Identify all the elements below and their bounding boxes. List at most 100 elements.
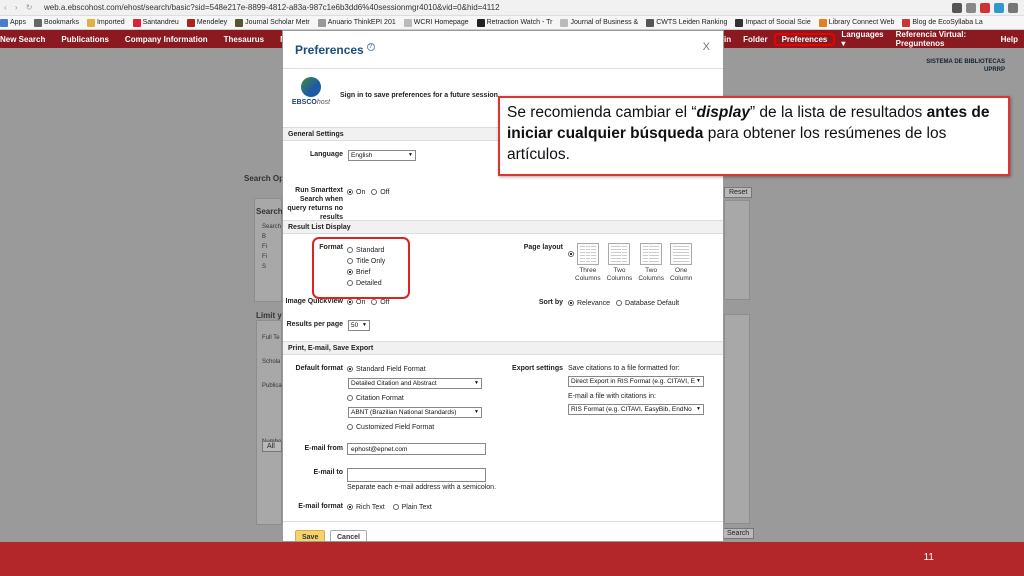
one-column-icon	[670, 243, 693, 265]
image-quickview-radios: On Off	[347, 299, 390, 306]
bookmark-item[interactable]: Journal of Business &	[560, 18, 638, 27]
bookmark-icon	[132, 18, 141, 27]
results-per-page-select[interactable]: 50 ▼	[348, 320, 370, 331]
export-settings-label: Export settings	[512, 365, 563, 372]
bg-limit-items: Full Te Schola Publica Numbe	[262, 335, 282, 445]
standard-field-format-radio[interactable]: Standard Field Format	[347, 366, 426, 373]
bookmark-item[interactable]: Santandreu	[132, 18, 179, 27]
sign-in-link[interactable]: Sign in to save preferences for a future…	[340, 92, 500, 99]
save-citations-select[interactable]: Direct Export in RIS Format (e.g. CITAVI…	[568, 376, 704, 387]
email-file-select[interactable]: RIS Format (e.g. CITAVI, EasyBib, EndNo ▼	[568, 404, 704, 415]
annotation-callout: Se recomienda cambiar el “display” de la…	[498, 96, 1010, 176]
nav-help[interactable]: Help	[995, 35, 1024, 44]
bookmark-icon	[735, 18, 744, 27]
save-button[interactable]: Save	[295, 530, 326, 541]
customized-field-format-radio[interactable]: Customized Field Format	[347, 424, 434, 431]
nav-preferences[interactable]: Preferences	[773, 32, 836, 46]
nav-sign-in[interactable]: in	[724, 35, 737, 44]
nav-company-information[interactable]: Company Information	[117, 35, 216, 44]
bg-all-select: All	[262, 441, 282, 452]
quickview-off-radio[interactable]: Off	[371, 299, 390, 306]
extension-icon[interactable]	[980, 2, 990, 13]
layout-one-column[interactable]: One Column	[670, 243, 692, 283]
email-from-input[interactable]: ephost@epnet.com	[347, 443, 486, 455]
bookmark-icon	[476, 18, 485, 27]
save-citations-label: Save citations to a file formatted for:	[568, 365, 680, 372]
slide-footer: 11	[0, 542, 1024, 576]
dialog-title: Preferences?	[295, 43, 375, 57]
page-icon	[560, 18, 569, 27]
bookmark-item[interactable]: Impact of Social Scie	[735, 18, 811, 27]
cancel-button[interactable]: Cancel	[330, 530, 367, 541]
email-to-input[interactable]	[347, 468, 486, 482]
help-icon[interactable]: ?	[366, 43, 375, 51]
sort-relevance-radio[interactable]: Relevance	[568, 300, 610, 307]
bookmark-item[interactable]: Anuario ThinkEPI 201	[317, 18, 396, 27]
close-icon[interactable]: X	[703, 41, 710, 53]
browser-nav-icons[interactable]: ‹ › ↻	[0, 3, 44, 12]
radio-icon	[347, 189, 353, 195]
quickview-on-radio[interactable]: On	[347, 299, 365, 306]
citation-format-select[interactable]: ABNT (Brazilian National Standards) ▼	[348, 407, 482, 418]
bookmark-item[interactable]: Retraction Watch - Tr	[476, 18, 552, 27]
dropdown-arrow-icon: ▼	[408, 152, 413, 158]
bookmark-item[interactable]: Blog de EcoSyllaba La	[902, 18, 983, 27]
bookmarks-bar: Apps Bookmarks Imported Santandreu Mende…	[0, 16, 1024, 30]
plain-text-radio[interactable]: Plain Text	[392, 504, 432, 511]
citation-format-radio[interactable]: Citation Format	[347, 395, 404, 402]
language-select[interactable]: English ▼	[348, 150, 416, 161]
bookmark-item[interactable]: WCRI Homepage	[403, 18, 469, 27]
radio-icon	[347, 299, 353, 305]
bookmark-item[interactable]: Library Connect Web	[818, 18, 894, 27]
smarttext-radios: On Off	[347, 189, 390, 196]
nav-publications[interactable]: Publications	[53, 35, 117, 44]
nav-new-search[interactable]: New Search	[0, 35, 53, 44]
dropdown-arrow-icon: ▼	[362, 322, 367, 328]
bookmark-item[interactable]: Imported	[86, 18, 125, 27]
two-columns-icon	[640, 243, 663, 265]
email-separator-note: Separate each e-mail address with a semi…	[347, 484, 497, 491]
radio-icon	[347, 504, 353, 510]
dropdown-arrow-icon: ▼	[696, 378, 701, 384]
bookmark-icon	[235, 18, 244, 27]
bookmark-icon	[646, 18, 655, 27]
nav-languages[interactable]: Languages ▾	[835, 30, 889, 48]
bookmark-item[interactable]: Mendeley	[186, 18, 227, 27]
bookmark-item[interactable]: Apps	[0, 18, 26, 27]
sort-database-default-radio[interactable]: Database Default	[616, 300, 679, 307]
extension-icon[interactable]	[952, 2, 962, 13]
bookmark-item[interactable]: CWTS Leiden Ranking	[646, 18, 727, 27]
print-email-export-section: Print, E-mail, Save Export	[283, 341, 723, 355]
standard-field-format-select[interactable]: Detailed Citation and Abstract ▼	[348, 378, 482, 389]
ebsco-globe-icon	[301, 77, 321, 97]
star-icon	[33, 18, 42, 27]
nav-thesaurus[interactable]: Thesaurus	[216, 35, 272, 44]
url-field[interactable]: web.a.ebscohost.com/ehost/search/basic?s…	[44, 3, 952, 12]
layout-two-columns-b[interactable]: Two Columns	[638, 243, 664, 283]
nav-referencia-virtual[interactable]: Referencia Virtual: Preguntenos	[890, 30, 995, 48]
dropdown-arrow-icon: ▼	[474, 380, 479, 386]
dialog-header: Preferences? X	[283, 31, 723, 69]
toolbar-right: in Folder Preferences Languages ▾ Refere…	[724, 30, 1024, 48]
email-to-label: E-mail to	[313, 469, 343, 476]
smarttext-off-radio[interactable]: Off	[371, 189, 390, 196]
bg-limit-label: Limit y	[256, 311, 282, 320]
bookmark-item[interactable]: Journal Scholar Metr	[235, 18, 310, 27]
layout-two-columns-a[interactable]: Two Columns	[607, 243, 632, 283]
dropdown-arrow-icon: ▼	[474, 409, 479, 415]
extension-icons	[952, 2, 1024, 13]
layout-three-columns[interactable]: Three Columns	[575, 243, 601, 283]
two-columns-icon	[608, 243, 631, 265]
menu-icon[interactable]	[1008, 2, 1018, 13]
sort-by-radios: Relevance Database Default	[568, 300, 679, 307]
bookmark-item[interactable]: Bookmarks	[33, 18, 79, 27]
nav-folder[interactable]: Folder	[737, 35, 773, 44]
dialog-footer-divider	[283, 521, 723, 522]
rich-text-radio[interactable]: Rich Text	[347, 504, 385, 511]
dropdown-arrow-icon: ▼	[696, 406, 701, 412]
extension-icon[interactable]	[966, 2, 976, 13]
extension-icon[interactable]	[994, 2, 1004, 13]
library-logo-text: SISTEMA DE BIBLIOTECAS UPRRP	[926, 59, 1005, 73]
three-columns-icon	[576, 243, 599, 265]
smarttext-on-radio[interactable]: On	[347, 189, 365, 196]
